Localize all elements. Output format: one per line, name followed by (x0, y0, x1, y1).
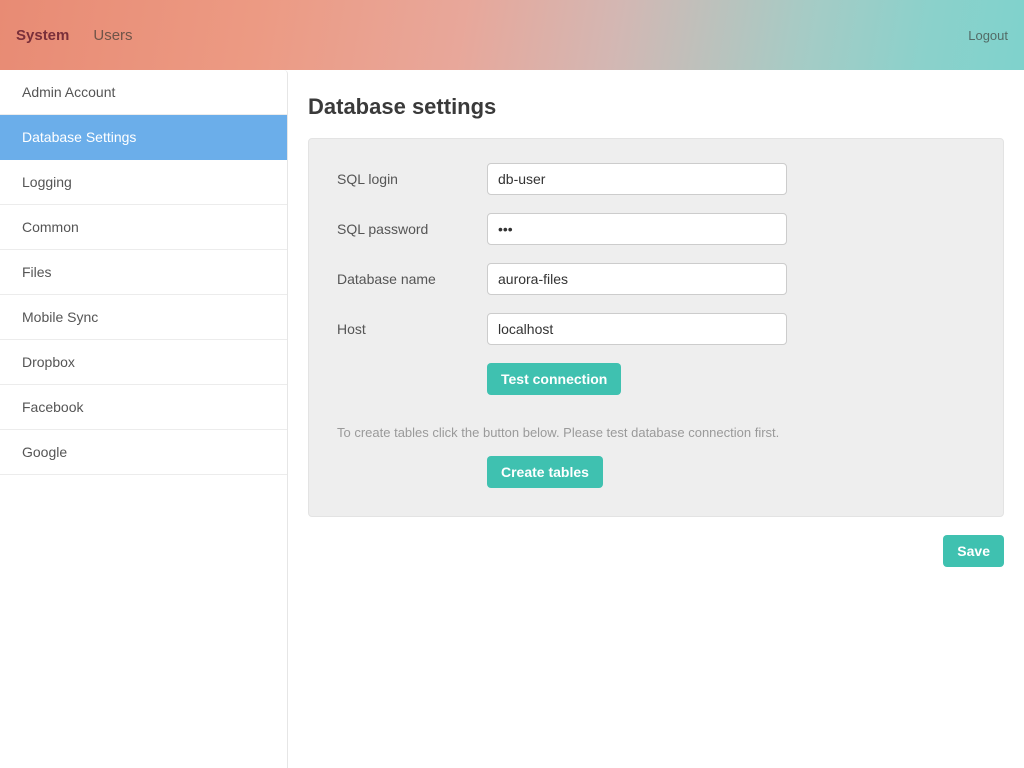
sidebar-item-logging[interactable]: Logging (0, 160, 287, 205)
label-sql-login: SQL login (337, 171, 487, 187)
logout-link[interactable]: Logout (968, 28, 1008, 43)
sidebar-item-files[interactable]: Files (0, 250, 287, 295)
sidebar-item-dropbox[interactable]: Dropbox (0, 340, 287, 385)
row-sql-login: SQL login (337, 163, 975, 195)
create-tables-row: Create tables (487, 456, 975, 488)
input-host[interactable] (487, 313, 787, 345)
body: Admin Account Database Settings Logging … (0, 70, 1024, 768)
label-sql-password: SQL password (337, 221, 487, 237)
sidebar-item-facebook[interactable]: Facebook (0, 385, 287, 430)
sidebar-item-admin-account[interactable]: Admin Account (0, 70, 287, 115)
label-host: Host (337, 321, 487, 337)
sidebar: Admin Account Database Settings Logging … (0, 70, 288, 768)
sidebar-item-common[interactable]: Common (0, 205, 287, 250)
test-connection-row: Test connection (487, 363, 975, 395)
sidebar-item-database-settings[interactable]: Database Settings (0, 115, 287, 160)
nav-system[interactable]: System (16, 27, 69, 44)
page-title: Database settings (308, 94, 1004, 120)
input-database-name[interactable] (487, 263, 787, 295)
create-tables-hint: To create tables click the button below.… (337, 425, 975, 440)
create-tables-button[interactable]: Create tables (487, 456, 603, 488)
row-database-name: Database name (337, 263, 975, 295)
nav-users[interactable]: Users (93, 27, 132, 44)
test-connection-button[interactable]: Test connection (487, 363, 621, 395)
row-host: Host (337, 313, 975, 345)
sidebar-item-mobile-sync[interactable]: Mobile Sync (0, 295, 287, 340)
input-sql-password[interactable] (487, 213, 787, 245)
top-header: System Users Logout (0, 0, 1024, 70)
label-database-name: Database name (337, 271, 487, 287)
sidebar-item-google[interactable]: Google (0, 430, 287, 475)
main-content: Database settings SQL login SQL password… (288, 70, 1024, 768)
top-nav: System Users (16, 27, 133, 44)
row-sql-password: SQL password (337, 213, 975, 245)
save-button[interactable]: Save (943, 535, 1004, 567)
settings-panel: SQL login SQL password Database name Hos… (308, 138, 1004, 517)
footer-actions: Save (308, 535, 1004, 567)
input-sql-login[interactable] (487, 163, 787, 195)
